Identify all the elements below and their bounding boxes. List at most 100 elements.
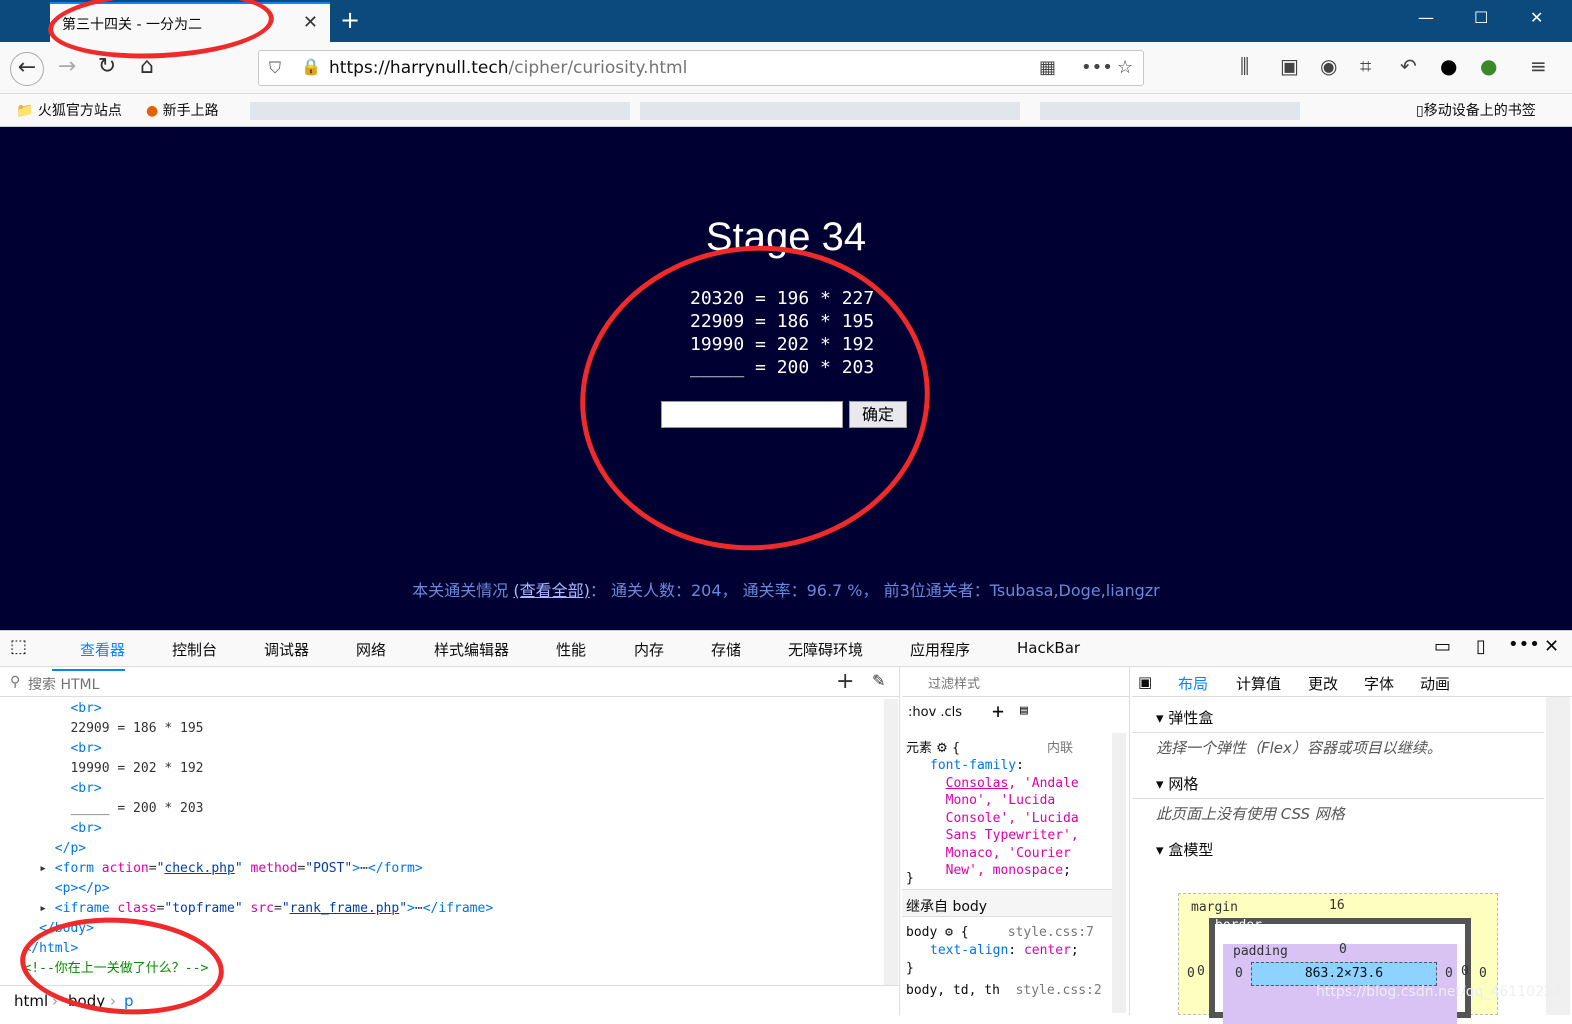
rule-body-td-th[interactable]: body, td, th style.css:2 [906,983,1102,998]
sidebar-icon[interactable]: ▣ [1280,54,1299,78]
margin-top-value[interactable]: 16 [1329,898,1345,913]
pseudo-toggles[interactable]: :hov .cls [908,705,962,720]
tree-node[interactable]: _____ = 200 * 203 [0,799,880,819]
devtools-menu-icon[interactable]: ••• [1508,634,1540,655]
tree-node[interactable]: <br> [0,699,880,719]
hackbar-icon[interactable]: ● [1480,54,1497,78]
padding-left-value[interactable]: 0 [1235,966,1243,981]
tree-node[interactable]: 19990 = 202 * 192 [0,759,880,779]
tree-node[interactable]: <br> [0,739,880,759]
bookmark-star-icon[interactable]: ☆ [1117,57,1133,78]
minimize-icon[interactable]: — [1418,8,1434,27]
new-tab-icon[interactable]: + [340,6,360,34]
box-model-section[interactable]: ▾ 盒模型 [1132,831,1544,865]
qr-code-icon[interactable]: ▦ [1039,57,1056,78]
rule-element: 元素 ⚙ { 内联 [906,741,1073,756]
layout-scrollbar[interactable] [1546,697,1570,1015]
stats-text: ： 通关人数：204， 通关率：96.7 %， 前3位通关者：Tsubasa,D… [589,581,1160,600]
menu-icon[interactable]: ≡ [1530,54,1547,78]
shield-icon[interactable]: ⛉ [269,58,281,78]
blurred-bookmarks [1040,102,1300,120]
tab-network[interactable]: 网络 [356,639,386,660]
eyedropper-icon[interactable]: ✎ [872,671,885,690]
box-model-content[interactable]: 863.2×73.6 [1251,962,1437,986]
watermark: https://blog.csdn.net/qq_46110224 [1316,984,1562,1000]
search-icon: ⚲ [10,674,21,690]
mobile-bookmarks[interactable]: ▯移动设备上的书签 [1416,100,1536,120]
undo-icon[interactable]: ↶ [1400,54,1417,78]
grid-section[interactable]: ▾ 网格 [1132,765,1544,799]
tab-console[interactable]: 控制台 [172,639,217,660]
breadcrumb-html[interactable]: html [14,992,48,1010]
tab-application[interactable]: 应用程序 [910,639,970,660]
devtools-close-icon[interactable]: ✕ [1544,636,1559,657]
tree-node[interactable]: <br> [0,779,880,799]
flexbox-section[interactable]: ▾ 弹性盒 [1132,699,1544,733]
tab-hackbar[interactable]: HackBar [1017,639,1080,657]
tab-storage[interactable]: 存储 [711,639,741,660]
tree-node[interactable]: <p></p> [0,879,880,899]
bookmark-getting-started[interactable]: ● 新手上路 [146,100,219,120]
rules-scrollbar[interactable] [1112,733,1126,1013]
tab-layout[interactable]: 布局 [1178,673,1208,694]
maximize-icon[interactable]: ☐ [1474,8,1488,27]
tab-computed[interactable]: 计算值 [1236,673,1281,694]
tab-memory[interactable]: 内存 [634,639,664,660]
tab-style-editor[interactable]: 样式编辑器 [434,639,509,660]
responsive-icon[interactable]: ▯ [1476,636,1486,657]
pick-element-icon[interactable]: ⬚ [10,636,27,657]
dock-icon[interactable]: ▭ [1434,636,1451,657]
print-media-icon[interactable]: ▤ [1020,703,1028,718]
url-bar[interactable]: ⛉ 🔒 https://harrynull.tech/cipher/curios… [258,50,1144,86]
tab-accessibility[interactable]: 无障碍环境 [788,639,863,660]
library-icon[interactable]: ⫼ [1240,54,1249,78]
border-right-value[interactable]: 0 [1461,964,1469,979]
tab-animations[interactable]: 动画 [1420,673,1450,694]
margin-left-value[interactable]: 0 [1187,966,1195,981]
flexbox-title: 弹性盒 [1168,709,1214,727]
stats-line: 本关通关情况 (查看全部)： 通关人数：204， 通关率：96.7 %， 前3位… [0,577,1572,601]
toggle-sidebar-icon[interactable]: ▣ [1138,673,1152,691]
view-all-link[interactable]: (查看全部) [513,581,590,600]
more-actions-icon[interactable]: ••• [1081,57,1113,78]
tree-node[interactable]: ▸ <iframe class="topframe" src="rank_fra… [0,899,880,919]
border-left-value[interactable]: 0 [1197,964,1205,979]
url-domain: https://harrynull.tech [329,58,509,78]
padding-top-value[interactable]: 0 [1339,942,1347,957]
layout-tabs: ▣ 布局 计算值 更改 字体 动画 [1132,667,1572,697]
tree-node[interactable]: 22909 = 186 * 195 [0,719,880,739]
tab-fonts[interactable]: 字体 [1364,673,1394,694]
tab-inspector[interactable]: 查看器 [51,639,126,671]
tab-debugger[interactable]: 调试器 [264,639,309,660]
tree-node[interactable]: <br> [0,819,880,839]
extension-icon[interactable]: ● [1440,54,1457,78]
add-node-icon[interactable]: + [836,669,854,694]
screenshot-icon[interactable]: ⌗ [1360,54,1371,78]
reload-icon[interactable]: ↻ [92,54,122,79]
rule-text-align[interactable]: text-align: center; [930,943,1079,958]
rule-body[interactable]: body ⚙ { style.css:7 [906,925,1094,940]
tab-changes[interactable]: 更改 [1308,673,1338,694]
lock-icon[interactable]: 🔒 [301,57,321,76]
margin-right-value[interactable]: 0 [1479,966,1487,981]
window-close-icon[interactable]: ✕ [1530,8,1543,27]
rules-filter-input[interactable]: 过滤样式 [902,667,1130,697]
stats-prefix: 本关通关情况 [412,581,509,600]
markup-scrollbar[interactable] [884,699,898,985]
tab-performance[interactable]: 性能 [556,639,586,660]
add-rule-icon[interactable]: + [992,699,1004,723]
flexbox-note: 选择一个弹性（Flex）容器或项目以继续。 [1156,739,1442,757]
rule-font-family[interactable]: font-family: Consolas, 'Andale Mono', 'L… [930,757,1079,880]
rule-close: } [906,871,914,886]
tree-node[interactable]: ▸ <form action="check.php" method="POST"… [0,859,880,879]
bookmark-firefox-official[interactable]: 📁 火狐官方站点 [16,100,122,120]
padding-right-value[interactable]: 0 [1445,966,1453,981]
tree-node[interactable]: </p> [0,839,880,859]
search-input[interactable]: 搜索 HTML [28,674,99,694]
forward-icon[interactable]: → [52,54,82,79]
html-search[interactable]: ⚲ 搜索 HTML + ✎ [0,667,900,697]
back-icon[interactable]: ← [10,52,44,86]
close-tab-icon[interactable]: ✕ [303,12,318,33]
account-icon[interactable]: ◉ [1320,54,1337,78]
rules-pane: 过滤样式 :hov .cls + ▤ 元素 ⚙ { 内联 font-family… [902,667,1130,1015]
